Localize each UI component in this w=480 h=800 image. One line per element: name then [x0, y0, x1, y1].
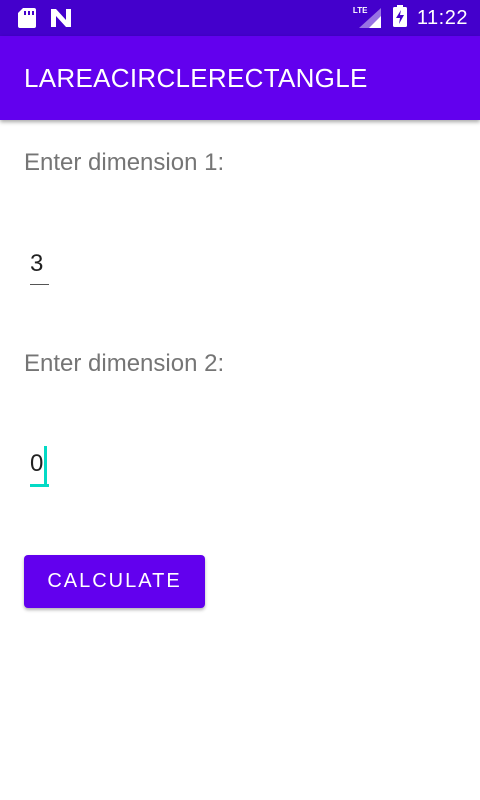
n-logo-icon [50, 8, 72, 33]
dimension1-value: 3 [30, 250, 44, 277]
status-bar: LTE 11:22 [0, 0, 480, 36]
dimension2-value: 0 [30, 450, 44, 477]
calculate-button[interactable]: CALCULATE [24, 555, 205, 608]
status-time: 11:22 [416, 6, 468, 29]
dimension1-underline [30, 284, 49, 285]
sd-card-icon [18, 8, 36, 33]
dimension1-label: Enter dimension 1: [24, 149, 225, 176]
battery-charging-icon [392, 4, 407, 32]
text-cursor [44, 446, 47, 486]
lte-signal-icon: LTE [353, 6, 383, 30]
dimension2-underline [30, 484, 49, 487]
app-bar: LAREACIRCLERECTANGLE [0, 36, 480, 120]
dimension2-label: Enter dimension 2: [24, 350, 225, 377]
app-screen: LTE 11:22 LAREACIRCLERECTANGLE Enter dim… [0, 0, 480, 800]
app-title: LAREACIRCLERECTANGLE [24, 63, 368, 93]
